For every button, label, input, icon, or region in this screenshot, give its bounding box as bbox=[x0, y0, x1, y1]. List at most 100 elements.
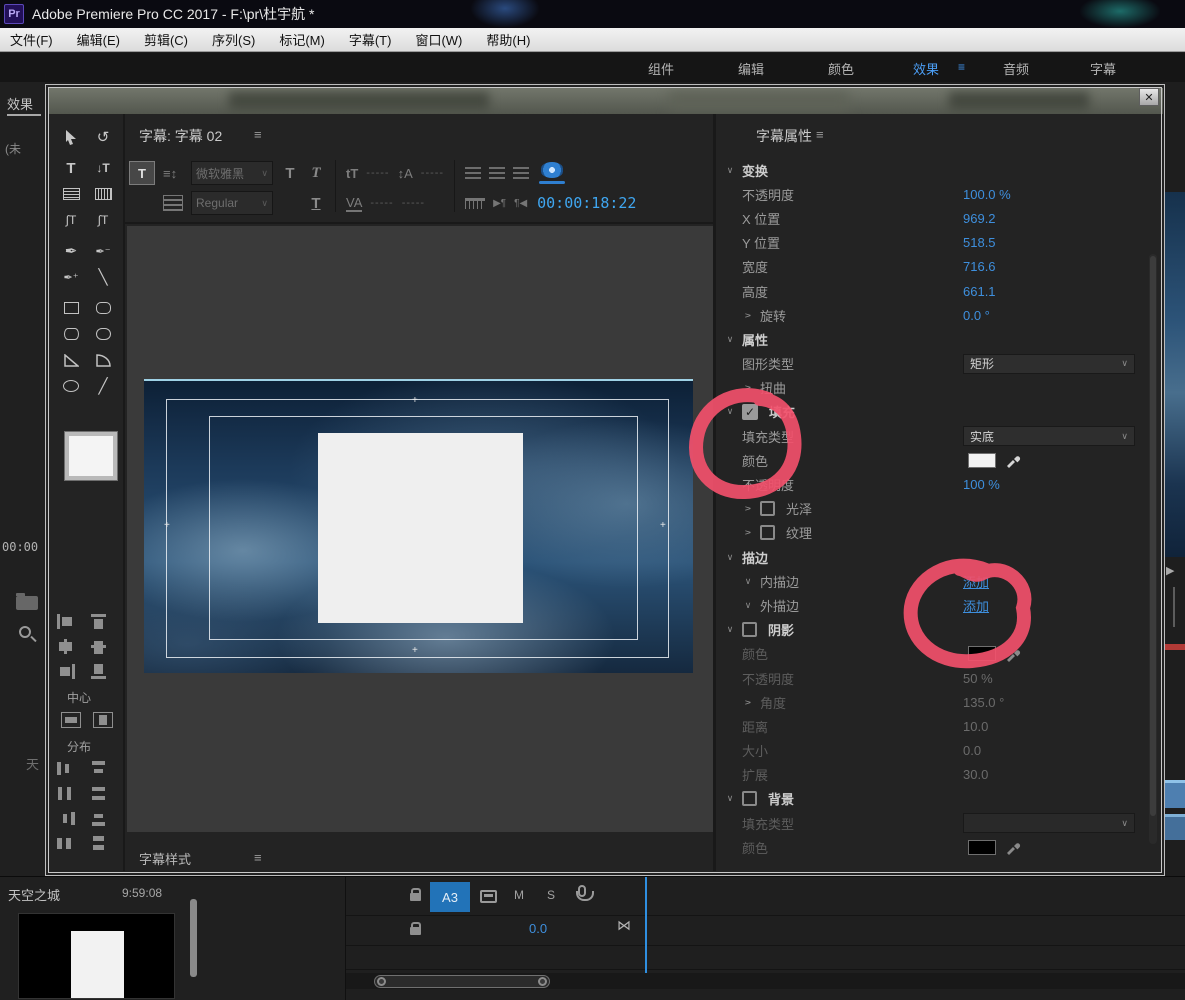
mute-button[interactable]: M bbox=[514, 888, 524, 902]
tab-stops-icon[interactable] bbox=[465, 198, 485, 209]
distribute-center-v-icon[interactable] bbox=[91, 786, 109, 801]
align-left-icon[interactable] bbox=[57, 614, 75, 629]
menu-item[interactable]: 编辑(E) bbox=[77, 30, 120, 49]
prop-value[interactable]: 10.0 bbox=[963, 719, 988, 734]
dialog-titlebar[interactable] bbox=[49, 88, 1163, 114]
templates-icon[interactable] bbox=[163, 195, 183, 211]
checkbox[interactable] bbox=[742, 791, 757, 806]
close-icon[interactable]: ✕ bbox=[1139, 88, 1159, 106]
workspace-tab[interactable]: 音频 bbox=[1003, 59, 1029, 78]
disclosure-icon[interactable]: ∨ bbox=[743, 381, 754, 395]
current-style-swatch[interactable] bbox=[65, 432, 117, 480]
search-icon[interactable] bbox=[19, 626, 31, 638]
keyframe-nav-icon[interactable]: ⋈ bbox=[617, 917, 631, 934]
checkbox[interactable] bbox=[760, 501, 775, 516]
solo-button[interactable]: S bbox=[547, 888, 555, 902]
paragraph-rtl-icon[interactable]: ¶◀ bbox=[514, 198, 527, 209]
arc-tool[interactable] bbox=[87, 347, 119, 373]
track-lock-icon[interactable] bbox=[410, 893, 421, 901]
distribute-bottom-icon[interactable] bbox=[91, 811, 109, 826]
font-size-value[interactable]: ----- bbox=[366, 167, 389, 179]
font-style-select[interactable]: Regular∨ bbox=[191, 191, 273, 215]
timeline-scrollbar[interactable] bbox=[374, 975, 550, 988]
align-left-text-icon[interactable] bbox=[465, 167, 481, 179]
scrollbar-handle-right[interactable] bbox=[538, 977, 547, 986]
workspace-tab[interactable]: 颜色 bbox=[828, 59, 854, 78]
kerning-icon[interactable]: VA bbox=[346, 195, 362, 212]
background-timecode[interactable]: 00:00:18:22 bbox=[537, 194, 636, 212]
kerning-value[interactable]: ----- bbox=[370, 197, 393, 209]
properties-menu-icon[interactable]: ≡ bbox=[816, 127, 824, 142]
checkbox[interactable] bbox=[742, 622, 757, 637]
disclosure-icon[interactable]: ∨ bbox=[743, 695, 754, 709]
voiceover-mic-icon[interactable] bbox=[578, 885, 586, 897]
align-right-text-icon[interactable] bbox=[513, 167, 529, 179]
eyedropper-icon[interactable] bbox=[1005, 839, 1021, 855]
prop-value[interactable]: 30.0 bbox=[963, 767, 988, 782]
zoom-slider[interactable] bbox=[1173, 587, 1175, 627]
workspace-tab[interactable]: 字幕 bbox=[1090, 59, 1116, 78]
distribute-h-space-icon[interactable] bbox=[57, 836, 75, 851]
titler-canvas[interactable]: + + + + bbox=[127, 226, 713, 832]
track-a3-badge[interactable]: A3 bbox=[430, 882, 470, 912]
italic-button[interactable]: T bbox=[307, 165, 325, 182]
prop-value[interactable]: 135.0 ° bbox=[963, 695, 1004, 710]
disclosure-icon[interactable]: ∨ bbox=[723, 552, 737, 563]
disclosure-icon[interactable]: ∨ bbox=[723, 624, 737, 635]
track-type-icon[interactable] bbox=[480, 890, 497, 903]
vertical-area-type-tool[interactable] bbox=[87, 181, 119, 207]
new-title-icon[interactable]: T bbox=[129, 161, 155, 185]
disclosure-icon[interactable]: ∨ bbox=[723, 165, 737, 176]
add-stroke-link[interactable]: 添加 bbox=[963, 596, 989, 615]
distribute-left-icon[interactable] bbox=[57, 761, 75, 776]
color-swatch[interactable] bbox=[968, 453, 996, 468]
align-center-h-icon[interactable] bbox=[57, 639, 75, 654]
prop-value[interactable]: 100.0 % bbox=[963, 187, 1011, 202]
clip-name[interactable]: 天空之城 bbox=[8, 885, 60, 904]
workspace-tab[interactable]: 效果 bbox=[913, 59, 939, 78]
workspace-tab[interactable]: 组件 bbox=[648, 59, 674, 78]
pen-tool[interactable]: ✒ bbox=[55, 238, 87, 264]
disclosure-icon[interactable]: ∨ bbox=[741, 600, 755, 611]
disclosure-icon[interactable]: ∨ bbox=[743, 308, 754, 322]
ellipse-tool[interactable] bbox=[55, 373, 87, 399]
tracking-value[interactable]: ----- bbox=[402, 197, 425, 209]
eyedropper-icon[interactable] bbox=[1005, 646, 1021, 662]
menu-item[interactable]: 字幕(T) bbox=[349, 30, 392, 49]
menu-item[interactable]: 剪辑(C) bbox=[144, 30, 188, 49]
vertical-path-type-tool[interactable]: ∫T bbox=[87, 207, 119, 233]
align-center-text-icon[interactable] bbox=[489, 167, 505, 179]
timeline-clip[interactable] bbox=[1163, 780, 1185, 808]
center-horizontal-icon[interactable] bbox=[61, 712, 81, 728]
menu-item[interactable]: 帮助(H) bbox=[486, 30, 530, 49]
scrollbar-handle-left[interactable] bbox=[377, 977, 386, 986]
path-type-tool[interactable]: ∫T bbox=[55, 207, 87, 233]
color-swatch[interactable] bbox=[968, 840, 996, 855]
rotation-tool[interactable]: ↺ bbox=[87, 124, 119, 150]
round-rect-tool[interactable] bbox=[87, 321, 119, 347]
clip-thumbnail[interactable] bbox=[18, 913, 175, 999]
folder-icon[interactable] bbox=[16, 596, 38, 610]
prop-value[interactable]: 661.1 bbox=[963, 284, 996, 299]
workspace-tab[interactable]: 编辑 bbox=[738, 59, 764, 78]
prop-value[interactable]: 969.2 bbox=[963, 211, 996, 226]
align-center-v-icon[interactable] bbox=[91, 639, 109, 654]
leading-icon[interactable]: ↕A bbox=[398, 166, 413, 181]
align-right-icon[interactable] bbox=[57, 664, 75, 679]
title-rectangle-shape[interactable] bbox=[318, 433, 523, 623]
panel-menu-icon[interactable]: ≡ bbox=[254, 127, 262, 142]
disclosure-icon[interactable]: ∨ bbox=[723, 334, 737, 345]
line-tool[interactable]: ╱ bbox=[87, 373, 119, 399]
center-vertical-icon[interactable] bbox=[93, 712, 113, 728]
distribute-center-h-icon[interactable] bbox=[57, 786, 75, 801]
align-bottom-icon[interactable] bbox=[91, 664, 109, 679]
play-icon[interactable]: ▶ bbox=[1166, 564, 1174, 577]
prop-value[interactable]: 50 % bbox=[963, 671, 993, 686]
dropdown[interactable]: 矩形∨ bbox=[963, 354, 1135, 374]
rounded-rect-tool[interactable] bbox=[87, 295, 119, 321]
underline-button[interactable]: T bbox=[307, 195, 325, 212]
color-swatch[interactable] bbox=[968, 646, 996, 661]
show-video-eye-icon[interactable] bbox=[537, 160, 567, 186]
distribute-v-space-icon[interactable] bbox=[91, 836, 109, 851]
prop-value[interactable]: 100 % bbox=[963, 477, 1000, 492]
